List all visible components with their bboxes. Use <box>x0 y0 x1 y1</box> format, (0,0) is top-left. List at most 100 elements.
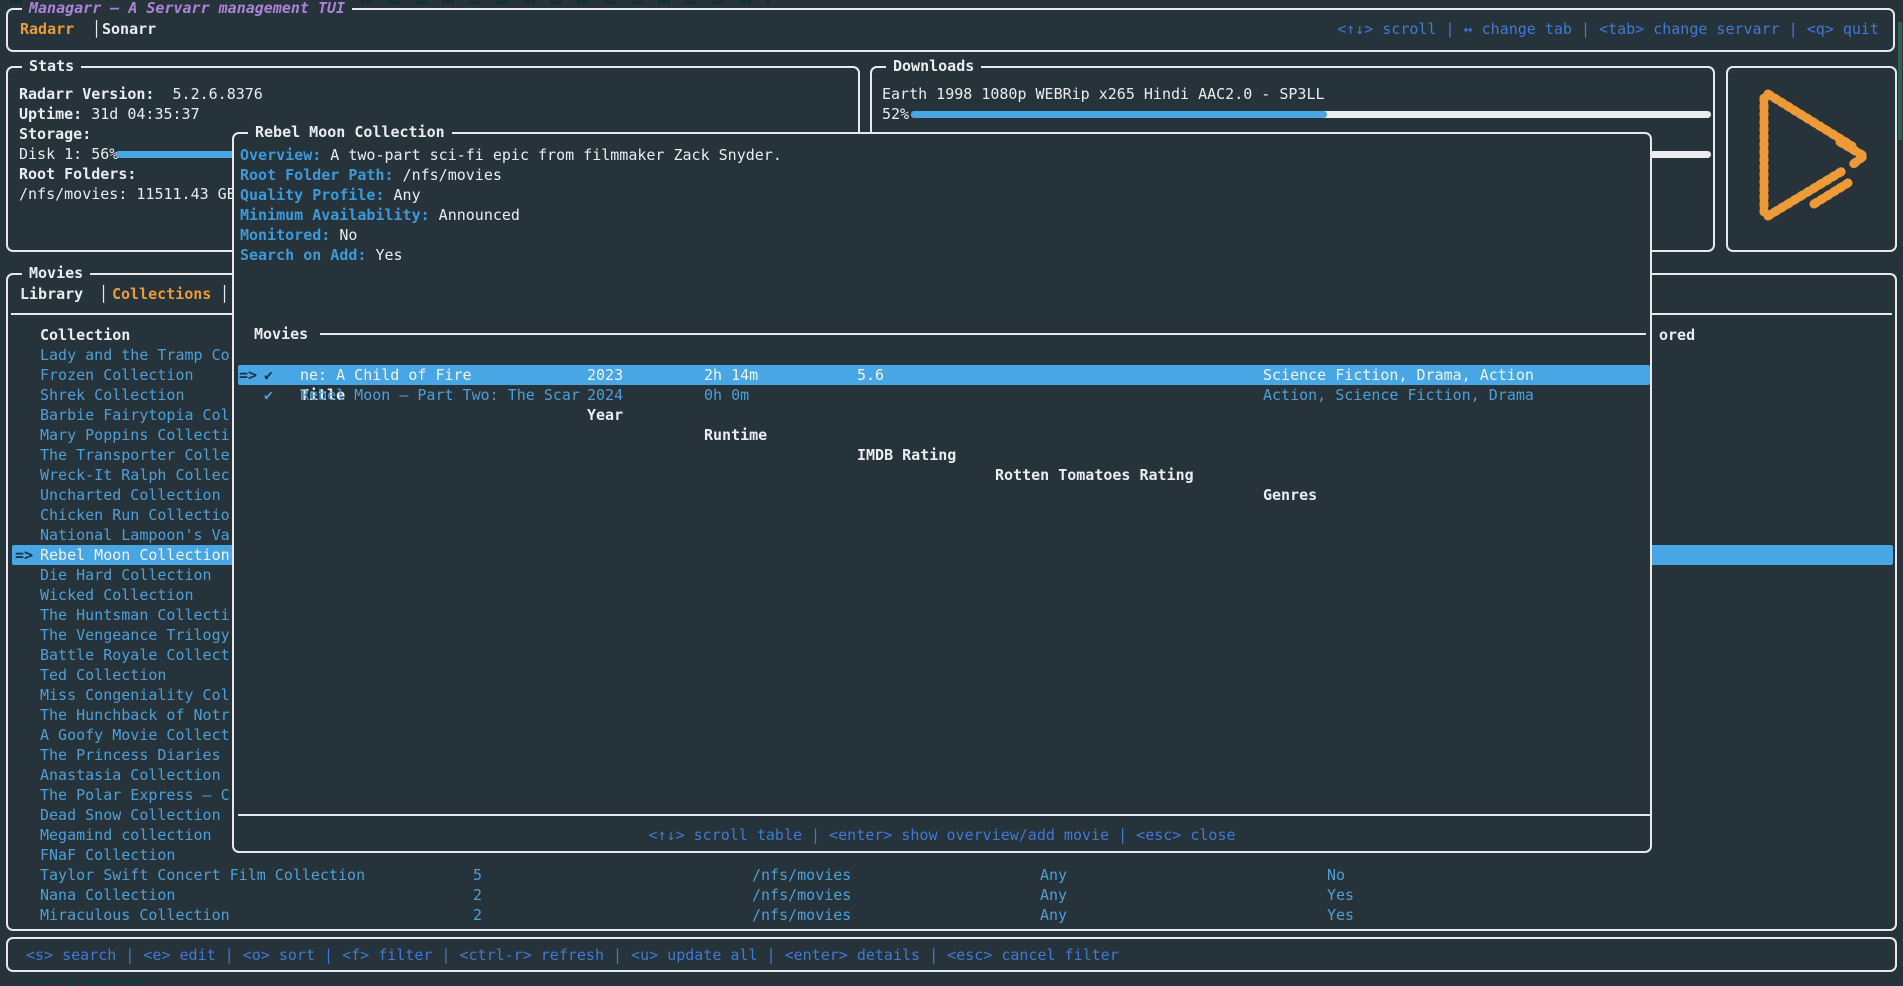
root-folder-size: /nfs/movies: 11511.43 GB <box>19 184 236 204</box>
download-progress-fill <box>911 111 1327 118</box>
collection-name: Frozen Collection <box>40 365 194 385</box>
movie-imdb-rating: 5.6 <box>857 365 884 385</box>
selection-marker-icon: => <box>15 545 33 565</box>
managarr-app: Managarr – A Servarr management TUI Rada… <box>0 0 1903 986</box>
collection-name: Lady and the Tramp Co <box>40 345 230 365</box>
collection-name: The Transporter Colle <box>40 445 230 465</box>
field-label: Search on Add: <box>240 246 366 264</box>
uptime-value: 31d 04:35:37 <box>91 105 199 123</box>
terminal-artifact-bottom: tests passed <box>28 973 146 986</box>
logo-panel <box>1726 66 1897 252</box>
col-rotten-tomatoes: Rotten Tomatoes Rating <box>995 465 1194 485</box>
global-keybind-hints: <↑↓> scroll | ↔ change tab | <tab> chang… <box>1337 19 1879 39</box>
uptime-label: Uptime: <box>19 105 82 123</box>
radarr-ascii-logo-icon <box>1748 84 1876 234</box>
movie-year: 2024 <box>587 385 623 405</box>
header-bar: Managarr – A Servarr management TUI Rada… <box>6 8 1895 52</box>
selection-marker-icon: => <box>239 365 257 385</box>
storage-label: Storage: <box>19 124 91 144</box>
stats-panel-title: Stats <box>22 56 81 76</box>
field-label: Quality Profile: <box>240 186 385 204</box>
field-label: Root Folder Path: <box>240 166 394 184</box>
col-year: Year <box>587 405 623 425</box>
download-item-name: Earth 1998 1080p WEBRip x265 Hindi AAC2.… <box>882 84 1325 104</box>
download-progressbar <box>911 111 1711 118</box>
collection-name: Wreck-It Ralph Collec <box>40 465 230 485</box>
collection-field: Overview: A two-part sci-fi epic from fi… <box>240 145 782 165</box>
app-title: Managarr – A Servarr management TUI <box>22 0 352 18</box>
field-value: Announced <box>430 206 520 224</box>
collection-name: The Polar Express – C <box>40 785 230 805</box>
collection-quality-profile: Any <box>1040 865 1067 885</box>
collection-movie-count: 2 <box>473 905 482 925</box>
collection-name: Mary Poppins Collecti <box>40 425 230 445</box>
collection-name: Nana Collection <box>40 885 175 905</box>
collection-quality-profile: Any <box>1040 905 1067 925</box>
tab-separator: │ <box>99 284 108 304</box>
movies-panel-title: Movies <box>22 263 90 283</box>
radarr-version-value <box>154 85 172 103</box>
collection-name: Die Hard Collection <box>40 565 212 585</box>
bottom-keybind-bar: <s> search | <e> edit | <o> sort | <f> f… <box>6 937 1897 972</box>
tab-sonarr[interactable]: Sonarr <box>102 19 156 39</box>
tab-library[interactable]: Library <box>20 284 83 304</box>
collection-column-header: Collection <box>40 325 130 345</box>
collection-name: FNaF Collection <box>40 845 175 865</box>
field-value: /nfs/movies <box>394 166 502 184</box>
collection-name: Battle Royale Collect <box>40 645 230 665</box>
field-value: No <box>330 226 357 244</box>
collection-name: Taylor Swift Concert Film Collection <box>40 865 365 885</box>
collection-root-folder: /nfs/movies <box>752 905 851 925</box>
collection-name: The Princess Diaries <box>40 745 221 765</box>
collection-monitored: No <box>1327 865 1345 885</box>
col-genres: Genres <box>1263 485 1317 505</box>
movie-row[interactable]: ✔Rebel Moon – Part Two: The Scar20240h 0… <box>234 385 1650 405</box>
tab-radarr[interactable]: Radarr <box>20 19 74 39</box>
collection-field: Minimum Availability: Announced <box>240 205 520 225</box>
collection-name: Anastasia Collection <box>40 765 221 785</box>
disk-usage-label: Disk 1: 56% <box>19 144 118 164</box>
tab-separator: │ <box>220 284 229 304</box>
movie-runtime: 0h 0m <box>704 385 749 405</box>
movie-year: 2023 <box>587 365 623 385</box>
collection-row[interactable]: Miraculous Collection 2/nfs/movies Any Yes <box>8 905 1895 925</box>
tab-separator: │ <box>92 19 101 39</box>
collection-name: A Goofy Movie Collect <box>40 725 230 745</box>
collection-details-modal: Rebel Moon Collection Overview: A two-pa… <box>232 132 1652 853</box>
collection-field: Quality Profile: Any <box>240 185 421 205</box>
collection-name: Miraculous Collection <box>40 905 230 925</box>
downloads-panel-title: Downloads <box>886 56 981 76</box>
collection-name: Shrek Collection <box>40 385 185 405</box>
collection-name: Rebel Moon Collection <box>40 545 230 565</box>
radarr-version: 5.2.6.8376 <box>173 85 263 103</box>
field-label: Overview: <box>240 146 321 164</box>
tab-collections[interactable]: Collections <box>112 284 211 304</box>
collection-name: Uncharted Collection <box>40 485 221 505</box>
field-value: Any <box>385 186 421 204</box>
field-label: Minimum Availability: <box>240 206 430 224</box>
radarr-version-label: Radarr Version: <box>19 85 154 103</box>
monitored-check-icon: ✔ <box>264 365 273 385</box>
collection-name: Ted Collection <box>40 665 166 685</box>
col-imdb: IMDB Rating <box>857 445 956 465</box>
collection-monitored: Yes <box>1327 885 1354 905</box>
movie-title: Rebel Moon – Part Two: The Scar <box>300 385 580 405</box>
collection-name: The Vengeance Trilogy <box>40 625 230 645</box>
collection-movie-count: 2 <box>473 885 482 905</box>
collection-row[interactable]: Nana Collection2/nfs/moviesAnyYes <box>8 885 1895 905</box>
field-value: A two-part sci-fi epic from filmmaker Za… <box>321 146 782 164</box>
collection-quality-profile: Any <box>1040 885 1067 905</box>
collection-name: Chicken Run Collectio <box>40 505 230 525</box>
movie-row[interactable]: =>✔ne: A Child of Fire20232h 14m5.6Scien… <box>234 365 1650 385</box>
col-runtime: Runtime <box>704 425 767 445</box>
collection-monitored: Yes <box>1327 905 1354 925</box>
collection-field: Monitored: No <box>240 225 357 245</box>
collection-name: The Huntsman Collecti <box>40 605 230 625</box>
modal-table-bottom-rule <box>238 814 1650 816</box>
collection-row[interactable]: Taylor Swift Concert Film Collection5/nf… <box>8 865 1895 885</box>
collection-name: Dead Snow Collection <box>40 805 221 825</box>
collection-name: The Hunchback of Notr <box>40 705 230 725</box>
modal-table-header-row: ✔ Title Year Runtime IMDB Rating Rotten … <box>234 345 1650 365</box>
modal-title: Rebel Moon Collection <box>248 122 452 142</box>
table-keybind-hints: <s> search | <e> edit | <o> sort | <f> f… <box>26 945 1119 965</box>
